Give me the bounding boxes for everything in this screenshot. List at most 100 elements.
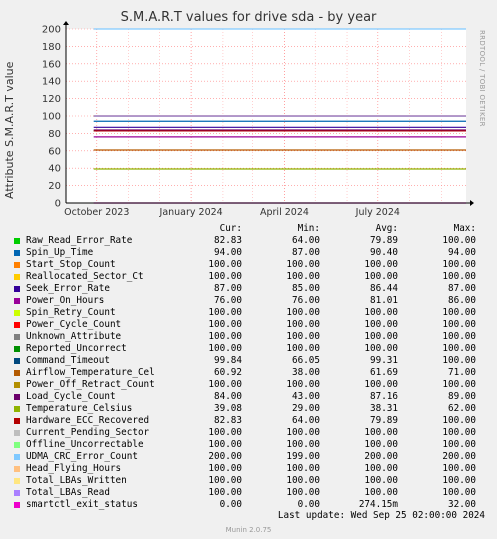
legend-avg: 86.44 [370, 283, 398, 294]
legend-swatch [14, 250, 20, 256]
legend-max: 71.00 [448, 367, 476, 378]
legend-series-name: Airflow_Temperature_Cel [26, 367, 155, 378]
column-cur: Cur: [219, 223, 242, 234]
legend-min: 100.00 [286, 379, 320, 390]
legend-min: 64.00 [292, 235, 320, 246]
legend-max: 32.00 [448, 499, 476, 510]
legend-cur: 100.00 [208, 319, 242, 330]
y-tick-label: 120 [42, 94, 61, 105]
legend-cur: 100.00 [208, 463, 242, 474]
legend-min: 100.00 [286, 331, 320, 342]
legend-swatch [14, 334, 20, 340]
legend-max: 100.00 [442, 415, 476, 426]
legend-avg: 61.69 [370, 367, 398, 378]
legend-cur: 100.00 [208, 475, 242, 486]
legend-swatch [14, 406, 20, 412]
legend-header: Cur: Min: Avg: Max: [12, 223, 490, 235]
legend-min: 38.00 [292, 367, 320, 378]
y-axis-arrow [63, 21, 69, 25]
legend-swatch [14, 382, 20, 388]
legend-min: 100.00 [286, 319, 320, 330]
y-tick-label: 160 [42, 59, 61, 70]
legend-min: 76.00 [292, 295, 320, 306]
legend-swatch [14, 442, 20, 448]
legend-row: Reallocated_Sector_Ct 100.00 100.00 100.00 1… [12, 271, 490, 283]
column-max: Max: [453, 223, 476, 234]
y-tick-label: 140 [42, 77, 61, 88]
legend-avg: 87.16 [370, 391, 398, 402]
legend-min: 100.00 [286, 475, 320, 486]
legend-max: 100.00 [442, 487, 476, 498]
legend-row: Power_On_Hours 76.00 76.00 81.01 86.00 [12, 295, 490, 307]
legend-max: 100.00 [442, 475, 476, 486]
legend-series-name: Spin_Retry_Count [26, 307, 116, 318]
legend-min: 64.00 [292, 415, 320, 426]
legend-series-name: Start_Stop_Count [26, 259, 116, 270]
footer-version: Munin 2.0.75 [225, 526, 272, 534]
legend-row: Head_Flying_Hours 100.00 100.00 100.00 100.0… [12, 463, 490, 475]
legend-avg: 100.00 [364, 271, 398, 282]
legend-series-name: Total_LBAs_Written [26, 475, 127, 486]
legend-avg: 100.00 [364, 259, 398, 270]
legend-cur: 94.00 [214, 247, 242, 258]
legend-series-name: Load_Cycle_Count [26, 391, 116, 402]
legend-row: Airflow_Temperature_Cel 60.92 38.00 61.69 71… [12, 367, 490, 379]
legend-max: 100.00 [442, 259, 476, 270]
x-tick-label: April 2024 [260, 207, 309, 218]
legend-swatch [14, 370, 20, 376]
legend-max: 100.00 [442, 439, 476, 450]
legend-series-name: Spin_Up_Time [26, 247, 94, 258]
legend-series-name: Offline_Uncorrectable [26, 439, 144, 450]
legend-row: Start_Stop_Count 100.00 100.00 100.00 100.00 [12, 259, 490, 271]
legend-series-name: smartctl_exit_status [26, 499, 138, 510]
legend-min: 66.05 [292, 355, 320, 366]
legend-min: 85.00 [292, 283, 320, 294]
legend-max: 100.00 [442, 463, 476, 474]
legend-max: 100.00 [442, 427, 476, 438]
legend-row: Spin_Up_Time 94.00 87.00 90.40 94.00 [12, 247, 490, 259]
legend-row: Power_Off_Retract_Count 100.00 100.00 100.0… [12, 379, 490, 391]
legend-series-name: Reallocated_Sector_Ct [26, 271, 144, 282]
legend-avg: 100.00 [364, 427, 398, 438]
legend-series-name: Power_Cycle_Count [26, 319, 122, 330]
legend-row: Temperature_Celsius 39.08 29.00 38.31 62.00 [12, 403, 490, 415]
legend-series-name: Power_Off_Retract_Count [26, 379, 155, 390]
legend-max: 94.00 [448, 247, 476, 258]
legend-max: 100.00 [442, 331, 476, 342]
legend-cur: 100.00 [208, 331, 242, 342]
legend-swatch [14, 274, 20, 280]
legend-cur: 39.08 [214, 403, 242, 414]
legend-row: Hardware_ECC_Recovered 82.83 64.00 79.89 100… [12, 415, 490, 427]
legend-cur: 84.00 [214, 391, 242, 402]
legend-cur: 99.84 [214, 355, 242, 366]
legend-series-name: Reported_Uncorrect [26, 343, 127, 354]
legend-swatch [14, 310, 20, 316]
legend-swatch [14, 322, 20, 328]
legend-row: Spin_Retry_Count 100.00 100.00 100.00 100.00 [12, 307, 490, 319]
legend-max: 86.00 [448, 295, 476, 306]
legend-swatch [14, 502, 20, 508]
legend-min: 43.00 [292, 391, 320, 402]
legend-cur: 100.00 [208, 379, 242, 390]
legend-min: 0.00 [297, 499, 320, 510]
legend-avg: 100.00 [364, 379, 398, 390]
legend-swatch [14, 358, 20, 364]
legend-series-name: Temperature_Celsius [26, 403, 133, 414]
legend-max: 200.00 [442, 451, 476, 462]
legend-avg: 100.00 [364, 463, 398, 474]
legend-cur: 100.00 [208, 487, 242, 498]
legend-min: 100.00 [286, 343, 320, 354]
legend-swatch [14, 394, 20, 400]
legend-avg: 79.89 [370, 235, 398, 246]
legend-series-name: Seek_Error_Rate [26, 283, 110, 294]
legend-row: Seek_Error_Rate 87.00 85.00 86.44 87.00 [12, 283, 490, 295]
legend-max: 100.00 [442, 379, 476, 390]
legend-swatch [14, 262, 20, 268]
legend-cur: 100.00 [208, 259, 242, 270]
legend-series-name: Hardware_ECC_Recovered [26, 415, 150, 426]
legend-avg: 100.00 [364, 331, 398, 342]
legend-swatch [14, 418, 20, 424]
chart-plot: 0 20 40 60 80 100 120 140 160 180 200 October 2023 J… [42, 21, 474, 218]
legend-max: 100.00 [442, 319, 476, 330]
legend-avg: 100.00 [364, 319, 398, 330]
